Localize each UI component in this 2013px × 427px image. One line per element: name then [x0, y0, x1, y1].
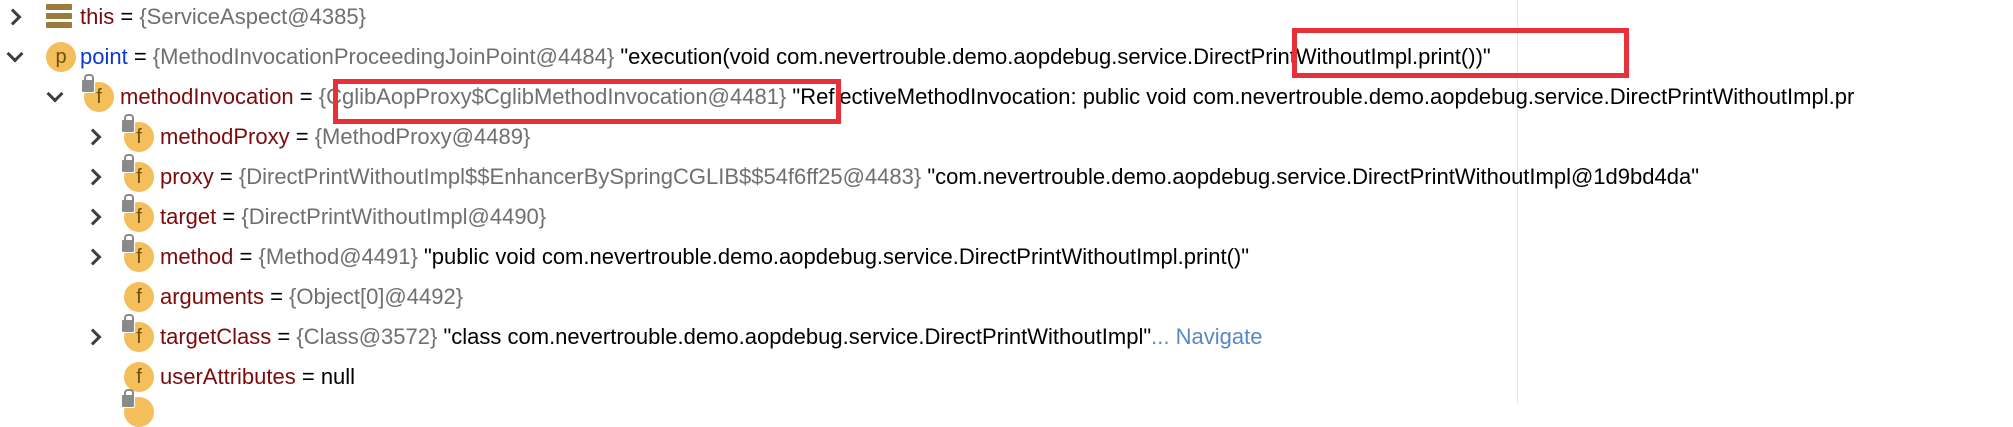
equals-sign: = — [263, 284, 290, 309]
expand-arrow-icon[interactable] — [84, 168, 102, 186]
debugger-variables-tree: this = {ServiceAspect@4385} p point = {M… — [0, 0, 2013, 427]
parameter-icon: p — [46, 42, 76, 72]
variable-row-target[interactable]: f target = {DirectPrintWithoutImpl@4490} — [0, 194, 2013, 237]
field-icon: f — [124, 362, 154, 392]
variable-name: methodProxy — [160, 124, 290, 149]
variable-row-userAttributes[interactable]: f userAttributes = null — [0, 357, 2013, 397]
variable-value: "ReflectiveMethodInvocation: public void… — [786, 84, 1855, 109]
variable-name: arguments — [160, 284, 264, 309]
equals-sign: = — [114, 4, 140, 29]
variable-row-methodProxy[interactable]: f methodProxy = {MethodProxy@4489} — [0, 114, 2013, 157]
field-icon: f — [124, 282, 154, 312]
object-fields-icon — [46, 4, 72, 30]
variable-name: userAttributes — [160, 364, 296, 389]
variable-row-arguments[interactable]: f arguments = {Object[0]@4492} — [0, 277, 2013, 317]
equals-sign: = — [289, 124, 315, 149]
field-icon: f — [121, 314, 154, 352]
field-icon: f — [121, 234, 154, 272]
collapse-arrow-icon[interactable] — [6, 45, 24, 63]
variable-row-method[interactable]: f method = {Method@4491} "public void co… — [0, 234, 2013, 277]
variable-value: "class com.nevertrouble.demo.aopdebug.se… — [437, 324, 1152, 349]
equals-sign: = — [216, 204, 242, 229]
equals-sign: = — [233, 244, 259, 269]
expand-arrow-icon[interactable] — [84, 328, 102, 346]
variable-type: {Class@3572} — [296, 324, 438, 349]
variable-type: {DirectPrintWithoutImpl$$EnhancerBySprin… — [238, 164, 922, 189]
variable-type: {Method@4491} — [258, 244, 418, 269]
equals-sign: = — [293, 84, 319, 109]
field-icon: f — [121, 194, 154, 232]
variable-type: {MethodInvocationProceedingJoinPoint@448… — [152, 44, 615, 69]
variable-name: target — [160, 204, 217, 229]
variable-name: methodInvocation — [120, 84, 294, 109]
expand-arrow-icon[interactable] — [84, 128, 102, 146]
variable-row-methodInvocation[interactable]: f methodInvocation = {CglibAopProxy$Cgli… — [0, 74, 2013, 117]
field-icon: f — [121, 154, 154, 192]
equals-sign: = — [271, 324, 297, 349]
variable-value-suffix: " — [1482, 44, 1491, 69]
variable-name: targetClass — [160, 324, 272, 349]
expand-arrow-icon[interactable] — [84, 248, 102, 266]
equals-sign: = — [127, 44, 153, 69]
variable-type: {CglibAopProxy$CglibMethodInvocation@448… — [318, 84, 787, 109]
variable-value: "public void com.nevertrouble.demo.aopde… — [417, 244, 1250, 269]
variable-name: method — [160, 244, 234, 269]
variable-type: {ServiceAspect@4385} — [139, 4, 366, 29]
navigate-link[interactable]: ... Navigate — [1151, 324, 1262, 350]
variable-type: {MethodProxy@4489} — [314, 124, 531, 149]
variable-row-targetClass[interactable]: f targetClass = {Class@3572} "class com.… — [0, 314, 2013, 357]
variable-name: point — [80, 44, 128, 69]
variable-name: proxy — [160, 164, 214, 189]
variable-row-this[interactable]: this = {ServiceAspect@4385} — [0, 0, 2013, 37]
variable-type: {Object[0]@4492} — [289, 284, 464, 309]
expand-arrow-icon[interactable] — [4, 8, 22, 26]
variable-name: this — [80, 4, 115, 29]
equals-sign: = — [213, 164, 239, 189]
expand-arrow-icon[interactable] — [84, 208, 102, 226]
collapse-arrow-icon[interactable] — [46, 85, 64, 103]
variable-value-prefix: "execution(void com.nevertrouble.demo.ao… — [614, 44, 1194, 69]
variable-type: {DirectPrintWithoutImpl@4490} — [241, 204, 547, 229]
field-icon — [121, 389, 154, 427]
variable-row-point[interactable]: p point = {MethodInvocationProceedingJoi… — [0, 37, 2013, 77]
field-icon: f — [81, 74, 114, 112]
variable-row-proxy[interactable]: f proxy = {DirectPrintWithoutImpl$$Enhan… — [0, 154, 2013, 197]
equals-sign: = — [295, 364, 321, 389]
field-icon: f — [121, 114, 154, 152]
variable-value: "com.nevertrouble.demo.aopdebug.service.… — [921, 164, 1700, 189]
variable-value-highlighted: DirectPrintWithoutImpl.print()) — [1193, 44, 1483, 69]
variable-value: null — [320, 364, 356, 389]
